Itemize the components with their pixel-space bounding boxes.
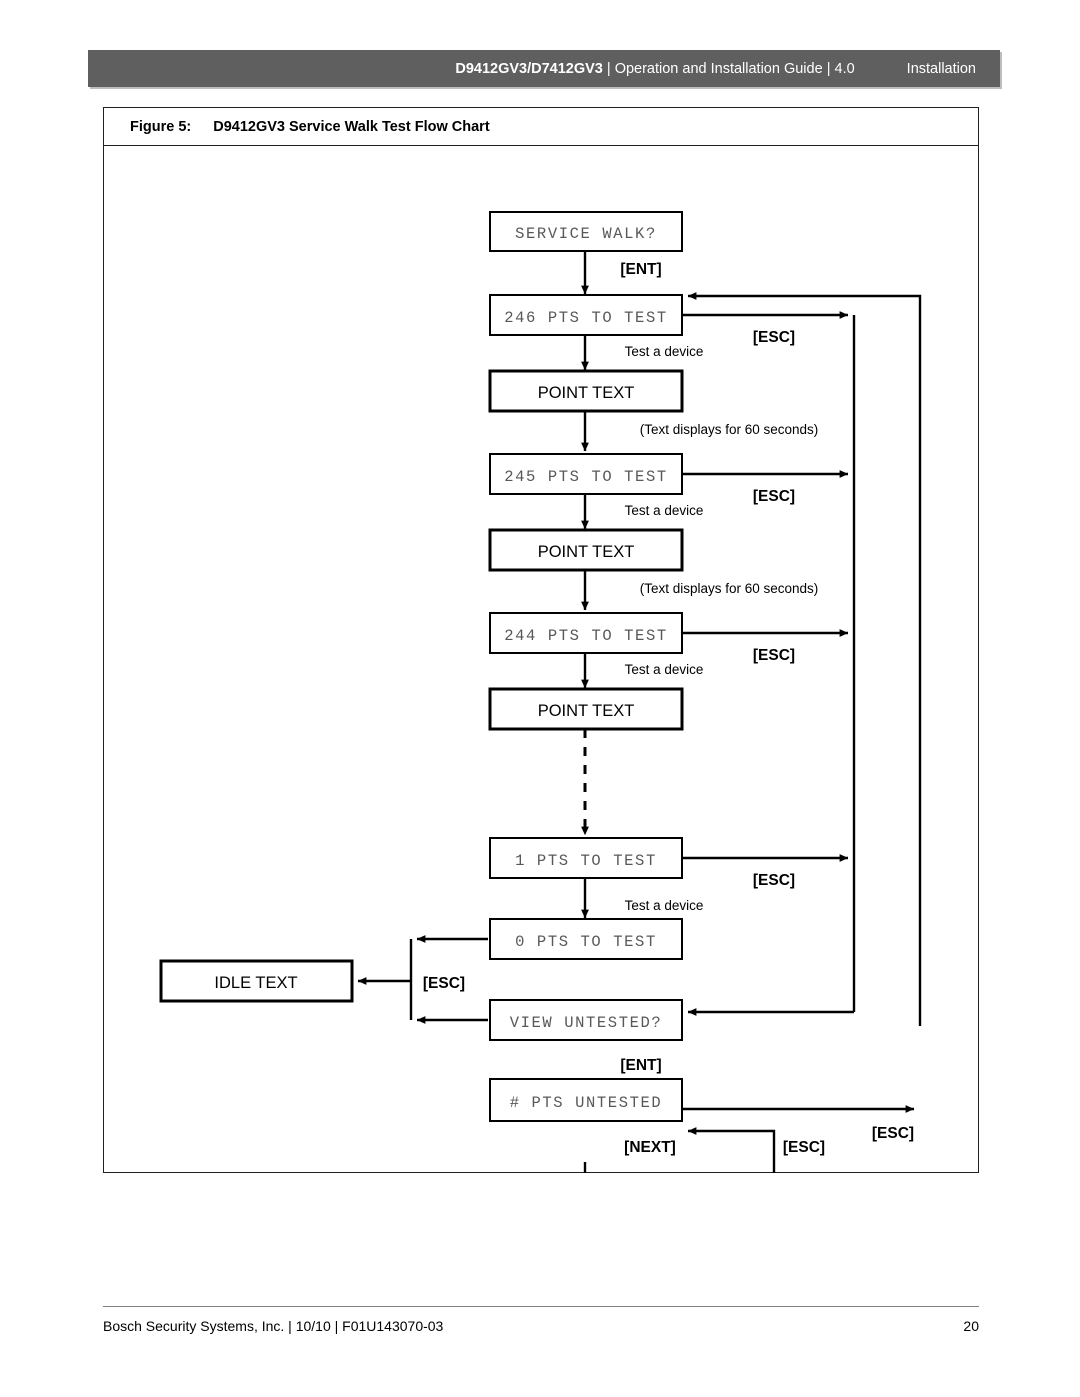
label-esc-pointtext4: [ESC]	[783, 1139, 825, 1156]
label-ent-service-walk: [ENT]	[620, 261, 661, 278]
figure-title: D9412GV3 Service Walk Test Flow Chart	[213, 118, 490, 135]
label-text-60s-1: (Text displays for 60 seconds)	[640, 422, 819, 437]
header-product: D9412GV3/D7412GV3	[455, 60, 603, 77]
header-section: Installation	[906, 60, 976, 77]
label-test-device-2: Test a device	[625, 503, 704, 518]
figure-caption: Figure 5: D9412GV3 Service Walk Test Flo…	[104, 108, 978, 146]
node-pts-untested-label: # PTS UNTESTED	[510, 1094, 663, 1112]
figure-number: Figure 5:	[130, 118, 192, 135]
header-sep-1: |	[602, 60, 615, 77]
figure-container: Figure 5: D9412GV3 Service Walk Test Flo…	[103, 107, 979, 1173]
header-guide: Operation and Installation Guide	[614, 60, 823, 77]
node-244-pts-label: 244 PTS TO TEST	[504, 627, 668, 645]
header-version: 4.0	[834, 60, 855, 77]
label-test-device-3: Test a device	[625, 662, 704, 677]
connector-pointtext4-loop-back	[687, 1127, 776, 1173]
connector-outer-return-bus	[687, 292, 922, 1026]
label-text-60s-2: (Text displays for 60 seconds)	[640, 581, 819, 596]
label-esc-244: [ESC]	[753, 647, 795, 664]
node-1-pts-label: 1 PTS TO TEST	[515, 852, 657, 870]
label-esc-246: [ESC]	[753, 329, 795, 346]
footer-page-number: 20	[963, 1318, 979, 1334]
node-service-walk-label: SERVICE WALK?	[515, 225, 657, 243]
service-walk-flow-chart: SERVICE WALK? 246 PTS TO TEST POINT TEXT…	[159, 211, 922, 1173]
label-esc-245: [ESC]	[753, 488, 795, 505]
header-title: D9412GV3/D7412GV3 | Operation and Instal…	[455, 61, 854, 77]
node-idle-text-label: IDLE TEXT	[214, 974, 297, 992]
page-header-bar: D9412GV3/D7412GV3 | Operation and Instal…	[88, 50, 1000, 87]
node-point-text-3-label: POINT TEXT	[538, 702, 635, 720]
label-test-device-4: Test a device	[625, 898, 704, 913]
label-esc-1pts: [ESC]	[753, 872, 795, 889]
label-ent-view-untested: [ENT]	[620, 1057, 661, 1074]
node-point-text-1-label: POINT TEXT	[538, 384, 635, 402]
node-246-pts-label: 246 PTS TO TEST	[504, 309, 668, 327]
node-view-untested-label: VIEW UNTESTED?	[510, 1014, 663, 1032]
footer-divider	[103, 1306, 979, 1307]
node-point-text-2-label: POINT TEXT	[538, 543, 635, 561]
footer-company-info: Bosch Security Systems, Inc. | 10/10 | F…	[103, 1318, 444, 1334]
label-test-device-1: Test a device	[625, 344, 704, 359]
node-0-pts-label: 0 PTS TO TEST	[515, 933, 657, 951]
label-esc-untested-outer: [ESC]	[872, 1125, 914, 1142]
label-next-untested: [NEXT]	[624, 1139, 676, 1156]
label-esc-idle: [ESC]	[423, 975, 465, 992]
header-sep-2: |	[822, 60, 835, 77]
node-245-pts-label: 245 PTS TO TEST	[504, 468, 668, 486]
